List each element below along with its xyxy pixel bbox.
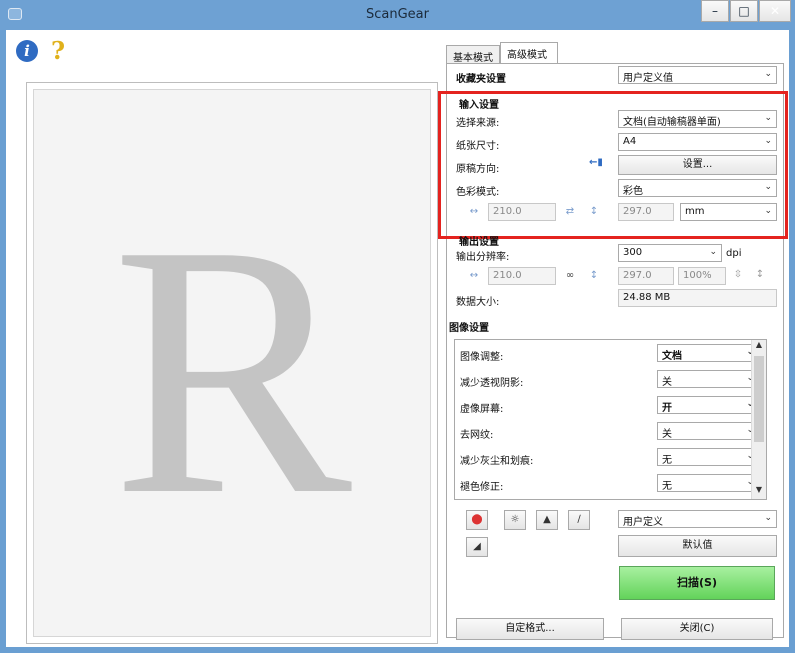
resolution-label: 输出分辨率:	[456, 252, 510, 263]
reduce-dust-value: 无	[662, 455, 672, 466]
reduce-dust-dropdown[interactable]: 无⌄	[657, 448, 759, 466]
scroll-down-icon[interactable]: ▼	[752, 485, 766, 499]
output-width-field[interactable]: 210.0	[488, 267, 556, 285]
close-button[interactable]: 关闭(C)	[621, 618, 773, 640]
unsharp-mask-label: 虚像屏幕:	[460, 404, 504, 415]
reduce-show-through-value: 关	[662, 377, 672, 388]
unsharp-mask-dropdown[interactable]: 开⌄	[657, 396, 759, 414]
chevron-down-icon: ⌄	[764, 513, 772, 523]
chevron-down-icon: ⌄	[764, 69, 772, 79]
image-adjust-label: 图像调整:	[460, 352, 504, 363]
histogram-icon[interactable]: ▲	[536, 510, 558, 530]
threshold-icon[interactable]: ◢	[466, 537, 488, 557]
tab-advanced-mode[interactable]: 高级模式	[500, 42, 558, 64]
output-width-icon: ↔	[469, 270, 479, 281]
link-icon[interactable]: ∞	[562, 270, 578, 284]
tab-basic-mode[interactable]: 基本模式	[446, 45, 500, 64]
scale-reset-icon[interactable]: ↕	[752, 269, 768, 283]
help-icon[interactable]: ?	[51, 36, 65, 65]
window-title: ScanGear	[366, 7, 429, 22]
list-item: 图像调整: 文档⌄	[455, 341, 759, 367]
descreen-value: 关	[662, 429, 672, 440]
close-window-button[interactable]: ✕	[759, 0, 791, 22]
list-item: 减少灰尘和划痕: 无⌄	[455, 445, 759, 471]
data-size-value: 24.88 MB	[618, 289, 777, 307]
image-settings-list: 图像调整: 文档⌄ 减少透视阴影: 关⌄ 虚像屏幕: 开⌄ 去网纹: 关⌄ 减少…	[454, 339, 767, 500]
preview-letter: R	[111, 170, 353, 569]
tools-preset-value: 用户定义	[623, 517, 663, 528]
tools-preset-dropdown[interactable]: 用户定义 ⌄	[618, 510, 777, 528]
brightness-icon[interactable]: ☼	[504, 510, 526, 530]
data-size-label: 数据大小:	[456, 297, 500, 308]
favorites-value: 用户定义值	[623, 73, 673, 84]
info-icon[interactable]: i	[16, 40, 38, 62]
image-adjust-value: 文档	[662, 351, 682, 362]
list-item: 减少透视阴影: 关⌄	[455, 367, 759, 393]
fading-correction-dropdown[interactable]: 无⌄	[657, 474, 759, 492]
preview-area[interactable]: R	[26, 82, 438, 644]
image-adjust-dropdown[interactable]: 文档⌄	[657, 344, 759, 362]
output-settings-title: 输出设置	[459, 237, 499, 248]
descreen-dropdown[interactable]: 关⌄	[657, 422, 759, 440]
scroll-up-icon[interactable]: ▲	[752, 340, 766, 354]
resolution-dropdown[interactable]: 300 ⌄	[618, 244, 722, 262]
scale-field[interactable]: 100%	[678, 267, 726, 285]
tone-curve-icon[interactable]: ∕	[568, 510, 590, 530]
preferences-button[interactable]: 自定格式...	[456, 618, 604, 640]
chevron-down-icon: ⌄	[709, 247, 717, 257]
scangear-window: ScanGear – □ ✕ i ? R 基本模式 高级模式 收藏夹设置 用户定…	[0, 0, 795, 653]
fading-correction-label: 褪色修正:	[460, 482, 504, 493]
descreen-label: 去网纹:	[460, 430, 494, 441]
list-item: 虚像屏幕: 开⌄	[455, 393, 759, 419]
resolution-value: 300	[623, 247, 643, 258]
list-item: 去网纹: 关⌄	[455, 419, 759, 445]
preview-page: R	[33, 89, 431, 637]
reduce-dust-label: 减少灰尘和划痕:	[460, 456, 534, 467]
maximize-button[interactable]: □	[730, 0, 758, 22]
list-item: 褪色修正: 无⌄	[455, 471, 759, 497]
image-settings-scrollbar[interactable]: ▲ ▼	[751, 340, 766, 499]
color-balance-icon[interactable]: ⬤	[466, 510, 488, 530]
favorites-label: 收藏夹设置	[456, 74, 506, 85]
title-bar: ScanGear – □ ✕	[0, 0, 795, 30]
output-height-icon: ↕	[589, 270, 599, 281]
fading-correction-value: 无	[662, 481, 672, 492]
scroll-thumb[interactable]	[754, 356, 764, 442]
resolution-unit: dpi	[726, 248, 742, 259]
unsharp-mask-value: 开	[662, 403, 672, 414]
minimize-button[interactable]: –	[701, 0, 729, 22]
scan-button[interactable]: 扫描(S)	[619, 566, 775, 600]
defaults-button[interactable]: 默认值	[618, 535, 777, 557]
reduce-show-through-label: 减少透视阴影:	[460, 378, 524, 389]
highlight-box	[438, 91, 788, 239]
image-settings-title: 图像设置	[449, 323, 489, 334]
scale-stepper[interactable]: ⇳	[730, 269, 746, 283]
reduce-show-through-dropdown[interactable]: 关⌄	[657, 370, 759, 388]
favorites-dropdown[interactable]: 用户定义值 ⌄	[618, 66, 777, 84]
output-height-field[interactable]: 297.0	[618, 267, 674, 285]
